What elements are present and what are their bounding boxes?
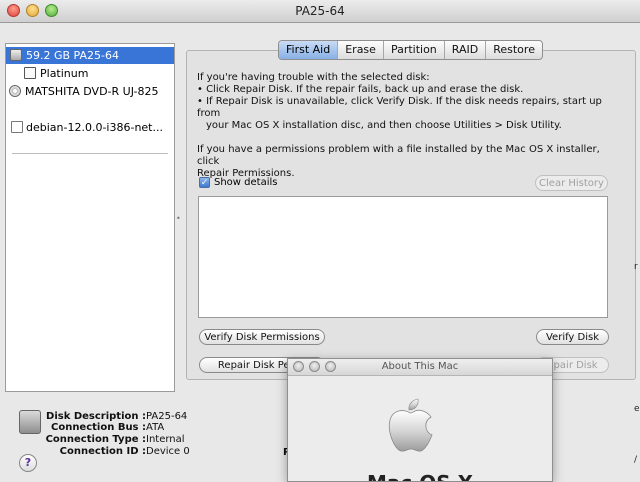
info-value: PA25-64 <box>146 411 188 422</box>
sidebar-item-label: debian-12.0.0-i386-net... <box>26 121 163 134</box>
sidebar-item-dvd-drive[interactable]: MATSHITA DVD-R UJ-825 <box>6 83 174 100</box>
sidebar-item-platinum-volume[interactable]: Platinum <box>6 65 174 82</box>
sidebar-item-label: Platinum <box>40 67 89 80</box>
clear-history-button[interactable]: Clear History <box>535 175 608 191</box>
info-value: Device 0 <box>146 446 190 457</box>
edge-mark: r <box>634 262 638 272</box>
volume-icon <box>24 67 36 79</box>
verify-disk-button[interactable]: Verify Disk <box>536 329 609 345</box>
verify-disk-permissions-button[interactable]: Verify Disk Permissions <box>199 329 325 345</box>
about-this-mac-window[interactable]: About This Mac Mac OS X <box>287 358 553 482</box>
edge-mark: / <box>634 455 638 465</box>
sidebar-item-debian-image[interactable]: debian-12.0.0-i386-net... <box>6 119 174 136</box>
hard-disk-icon <box>10 49 22 61</box>
first-aid-log[interactable] <box>198 196 608 318</box>
show-details-label: Show details <box>214 177 278 188</box>
about-title-bar[interactable]: About This Mac <box>288 359 552 376</box>
title-bar[interactable]: PA25-64 <box>0 0 640 23</box>
info-key: Connection ID : <box>59 446 146 457</box>
tab-erase[interactable]: Erase <box>337 41 383 59</box>
sidebar-item-pa25-64-disk[interactable]: 59.2 GB PA25-64 <box>6 47 174 64</box>
sidebar-item-label: 59.2 GB PA25-64 <box>26 49 119 62</box>
edge-mark: e <box>634 404 640 414</box>
tab-partition[interactable]: Partition <box>382 41 444 59</box>
disk-image-icon <box>11 121 23 133</box>
sidebar-item-label: MATSHITA DVD-R UJ-825 <box>25 85 159 98</box>
info-key: Disk Description : <box>46 411 146 422</box>
window-title: PA25-64 <box>295 4 345 18</box>
sidebar-divider <box>12 153 168 154</box>
tab-raid[interactable]: RAID <box>443 41 485 59</box>
disk-sidebar[interactable]: 59.2 GB PA25-64 Platinum MATSHITA DVD-R … <box>5 43 175 392</box>
help-bullet-verify: • If Repair Disk is unavailable, click V… <box>197 96 602 119</box>
info-key: Connection Type : <box>45 434 146 445</box>
apple-logo-icon <box>388 398 433 452</box>
info-value: Internal <box>146 434 185 445</box>
help-line: If you're having trouble with the select… <box>197 72 430 83</box>
show-details-checkbox[interactable]: ✓ <box>199 177 210 188</box>
tab-restore[interactable]: Restore <box>485 41 542 59</box>
help-bullet-repair: • Click Repair Disk. If the repair fails… <box>197 84 524 95</box>
info-value: ATA <box>146 422 165 433</box>
splitter-handle-icon[interactable]: • <box>176 214 181 223</box>
about-window-title: About This Mac <box>381 361 459 372</box>
tab-bar: First Aid Erase Partition RAID Restore <box>278 40 543 60</box>
help-bullet-verify-cont: your Mac OS X installation disc, and the… <box>206 120 562 131</box>
first-aid-help-text: If you're having trouble with the select… <box>197 72 617 180</box>
about-os-heading: Mac OS X <box>288 471 552 481</box>
optical-drive-icon <box>9 85 21 97</box>
tab-first-aid[interactable]: First Aid <box>279 41 338 59</box>
help-permissions: If you have a permissions problem with a… <box>197 144 600 167</box>
info-key: Connection Bus : <box>50 422 146 433</box>
